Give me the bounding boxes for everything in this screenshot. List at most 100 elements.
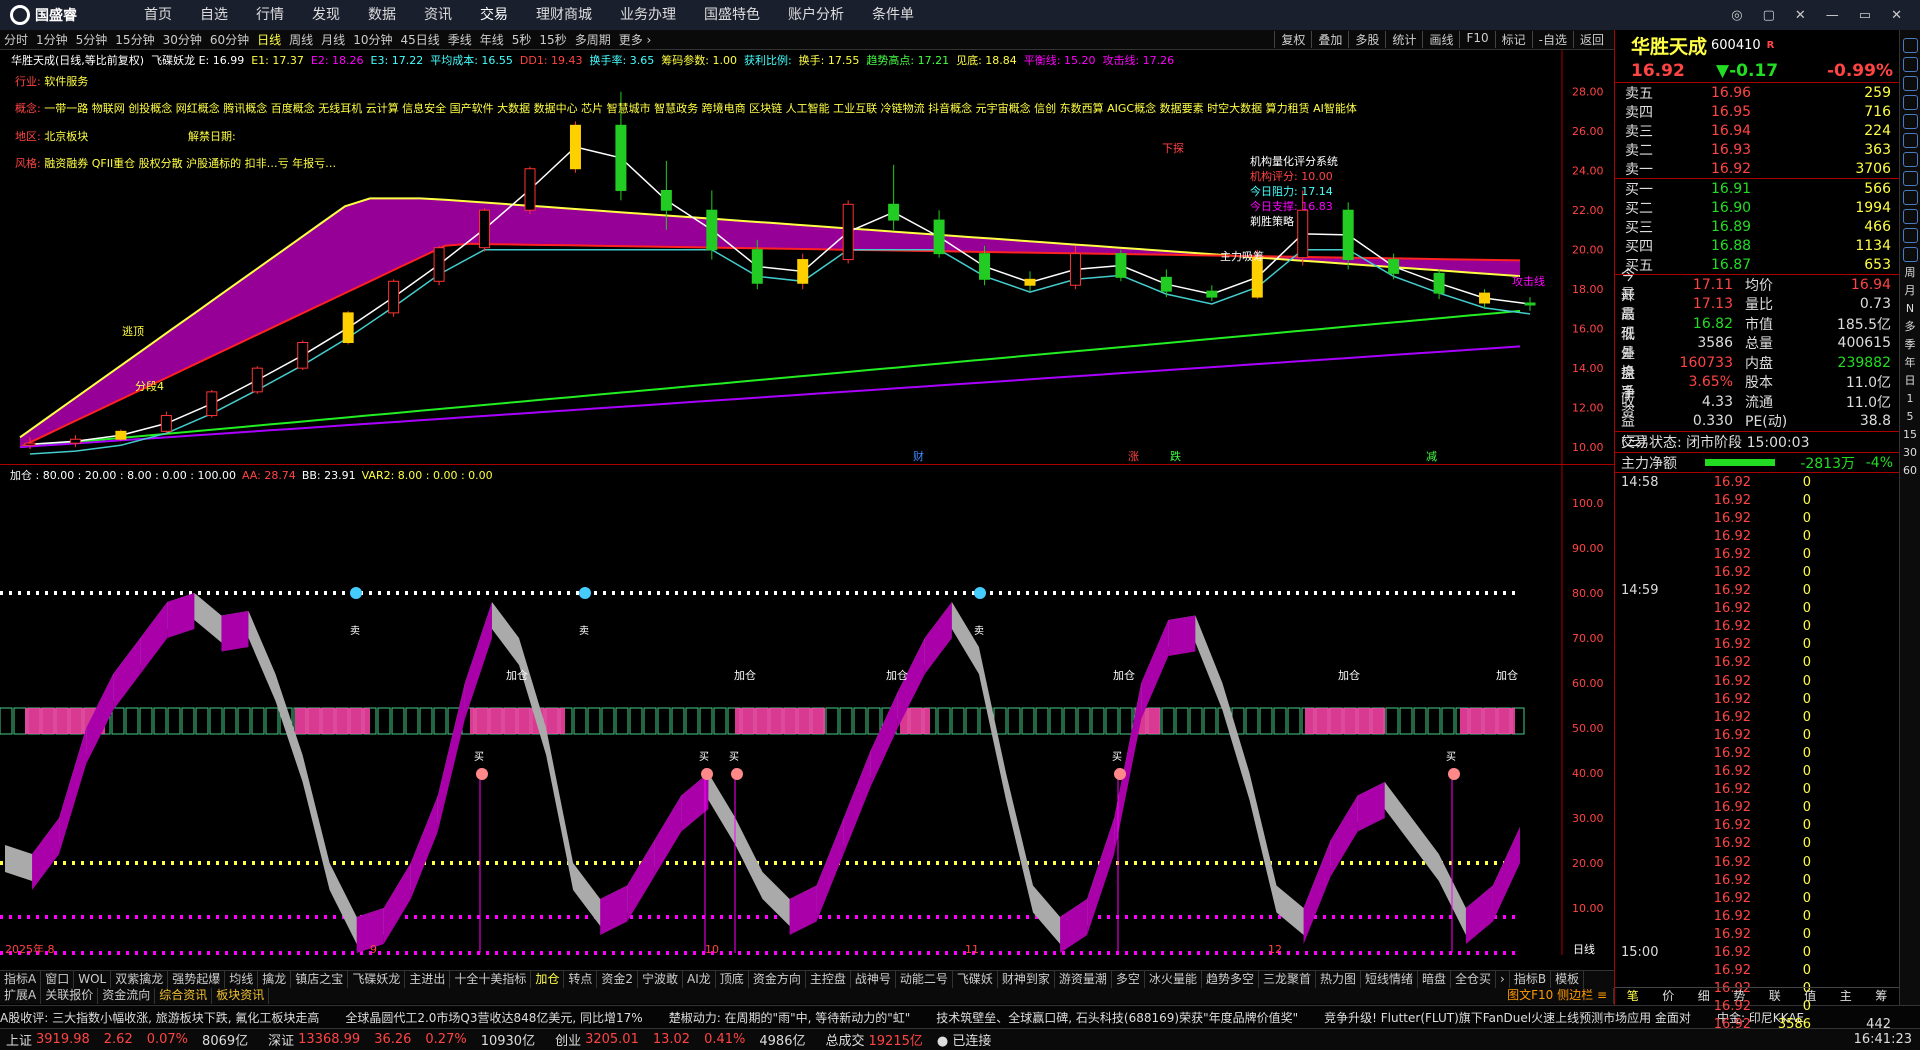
ext-tab-3[interactable]: 综合资讯 — [155, 988, 213, 1004]
tool-8[interactable]: 返回 — [1572, 31, 1610, 48]
news-item[interactable]: 全球晶圆代工2.0市场Q3营收达848亿美元, 同比增17% — [345, 1009, 668, 1026]
quote-tab-1[interactable]: 价 — [1651, 988, 1687, 1005]
order-row[interactable]: 买五 16.87 653 — [1615, 255, 1899, 274]
quote-tab-3[interactable]: 势 — [1722, 988, 1758, 1005]
nav-1[interactable]: 自选 — [186, 0, 242, 30]
ext-tab-1[interactable]: 关联报价 — [41, 988, 99, 1004]
timeframe-0[interactable]: 分时 — [0, 31, 32, 48]
indicator-tab-28[interactable]: 热力图 — [1316, 971, 1361, 988]
nav-10[interactable]: 账户分析 — [774, 0, 858, 30]
timeframe-4[interactable]: 30分钟 — [159, 31, 206, 48]
order-row[interactable]: 买一 16.91 566 — [1615, 179, 1899, 198]
tool-6[interactable]: 标记 — [1494, 31, 1532, 48]
sidebar-tool-icon[interactable] — [1902, 76, 1918, 91]
tool-7[interactable]: -自选 — [1531, 31, 1573, 48]
window-button-4[interactable]: ▭ — [1859, 8, 1871, 23]
nav-5[interactable]: 资讯 — [410, 0, 466, 30]
sidebar-period-1[interactable]: 月 — [1905, 284, 1916, 298]
order-row[interactable]: 买三 16.89 466 — [1615, 217, 1899, 236]
sidebar-tool-icon[interactable] — [1902, 247, 1918, 262]
sidebar-period-8[interactable]: 5 — [1907, 410, 1914, 424]
nav-9[interactable]: 国盛特色 — [690, 0, 774, 30]
ext-tab-4[interactable]: 板块资讯 — [212, 988, 270, 1004]
order-row[interactable]: 卖二 16.93 363 — [1615, 140, 1899, 159]
f10-sidebar-link[interactable]: 图文F10 侧边栏 ≡ — [1503, 988, 1614, 1004]
ext-tab-2[interactable]: 资金流向 — [98, 988, 156, 1004]
sidebar-tool-icon[interactable] — [1902, 171, 1918, 186]
tool-1[interactable]: 叠加 — [1311, 31, 1348, 48]
indicator-tab-22[interactable]: 财神到家 — [998, 971, 1055, 988]
indicator-tab-16[interactable]: 顶底 — [716, 971, 749, 988]
indicator-tab-18[interactable]: 主控盘 — [806, 971, 851, 988]
sidebar-period-11[interactable]: 60 — [1903, 464, 1917, 478]
indicator-tab-33[interactable]: 指标B — [1510, 971, 1552, 988]
indicator-tab-13[interactable]: 资金2 — [597, 971, 639, 988]
timeframe-13[interactable]: 5秒 — [508, 31, 536, 48]
tool-2[interactable]: 多股 — [1348, 31, 1385, 48]
tick-list[interactable]: 14:58 16.92 0 16.92 0 16.92 0 16.92 0 16.92 0 16.92… — [1615, 472, 1899, 1034]
quote-tab-4[interactable]: 联 — [1757, 988, 1793, 1005]
timeframe-1[interactable]: 1分钟 — [32, 31, 72, 48]
indicator-tab-6[interactable]: 擒龙 — [258, 971, 292, 988]
tool-3[interactable]: 统计 — [1385, 31, 1422, 48]
indicator-tab-12[interactable]: 转点 — [564, 971, 598, 988]
timeframe-6[interactable]: 日线 — [253, 31, 285, 48]
order-row[interactable]: 卖四 16.95 716 — [1615, 102, 1899, 121]
order-row[interactable]: 买四 16.88 1134 — [1615, 236, 1899, 255]
window-button-5[interactable]: ✕ — [1891, 8, 1902, 23]
indicator-tab-29[interactable]: 短线情绪 — [1361, 971, 1419, 988]
indicator-tab-3[interactable]: 双紫擒龙 — [111, 971, 169, 988]
indicator-tab-7[interactable]: 镇店之宝 — [291, 971, 349, 988]
order-row[interactable]: 卖三 16.94 224 — [1615, 121, 1899, 140]
indicator-tab-14[interactable]: 宁波敢 — [638, 971, 684, 988]
indicator-tab-23[interactable]: 游资量潮 — [1055, 971, 1112, 988]
timeframe-14[interactable]: 15秒 — [535, 31, 570, 48]
indicator-tab-8[interactable]: 飞碟妖龙 — [348, 971, 406, 988]
indicator-chart[interactable]: 100.0 90.00 80.00 70.00 60.00 50.00 40.00 30.00… — [0, 465, 1614, 956]
sidebar-tool-icon[interactable] — [1902, 228, 1918, 243]
indicator-tab-10[interactable]: 十全十美指标 — [450, 971, 532, 988]
order-row[interactable]: 卖五 16.96 259 — [1615, 83, 1899, 102]
timeframe-8[interactable]: 月线 — [317, 31, 349, 48]
quote-tab-7[interactable]: 筹 — [1864, 988, 1900, 1005]
window-button-3[interactable]: — — [1826, 8, 1839, 23]
indicator-tab-21[interactable]: 飞碟妖 — [953, 971, 998, 988]
indicator-tab-5[interactable]: 均线 — [225, 971, 259, 988]
sidebar-tool-icon[interactable] — [1902, 209, 1918, 224]
tool-4[interactable]: 画线 — [1422, 31, 1459, 48]
indicator-tab-34[interactable]: 模板 — [1551, 971, 1585, 988]
sidebar-period-2[interactable]: N — [1906, 302, 1914, 316]
news-item[interactable]: 楚椒动力: 在周期的"雨"中, 等待新动力的"虹" — [669, 1009, 937, 1026]
sidebar-period-5[interactable]: 年 — [1905, 356, 1916, 370]
indicator-tab-30[interactable]: 暗盘 — [1418, 971, 1452, 988]
sidebar-tool-icon[interactable] — [1902, 152, 1918, 167]
nav-3[interactable]: 发现 — [298, 0, 354, 30]
indicator-tab-0[interactable]: 指标A — [0, 971, 42, 988]
timeframe-10[interactable]: 45日线 — [396, 31, 443, 48]
indicator-tab-4[interactable]: 强势起爆 — [168, 971, 226, 988]
sidebar-period-10[interactable]: 30 — [1903, 446, 1917, 460]
indicator-tab-19[interactable]: 战神号 — [851, 971, 896, 988]
indicator-tab-32[interactable]: › — [1496, 971, 1510, 988]
timeframe-7[interactable]: 周线 — [285, 31, 317, 48]
indicator-tab-26[interactable]: 趋势多空 — [1202, 971, 1259, 988]
indicator-tab-11[interactable]: 加仓 — [531, 971, 565, 988]
indicator-tab-31[interactable]: 全仓买 — [1451, 971, 1497, 988]
tool-5[interactable]: F10 — [1459, 31, 1494, 48]
indicator-tab-1[interactable]: 窗口 — [41, 971, 75, 988]
timeframe-9[interactable]: 10分钟 — [349, 31, 396, 48]
sidebar-tool-icon[interactable] — [1902, 190, 1918, 205]
order-row[interactable]: 买二 16.90 1994 — [1615, 198, 1899, 217]
sidebar-period-6[interactable]: 日 — [1905, 374, 1916, 388]
indicator-tab-17[interactable]: 资金方向 — [749, 971, 806, 988]
timeframe-11[interactable]: 季线 — [444, 31, 476, 48]
sidebar-period-9[interactable]: 15 — [1903, 428, 1917, 442]
nav-8[interactable]: 业务办理 — [606, 0, 690, 30]
timeframe-12[interactable]: 年线 — [476, 31, 508, 48]
nav-4[interactable]: 数据 — [354, 0, 410, 30]
timeframe-15[interactable]: 多周期 — [571, 31, 615, 48]
sidebar-period-4[interactable]: 季 — [1905, 338, 1916, 352]
indicator-tab-15[interactable]: AI龙 — [683, 971, 716, 988]
indicator-tab-25[interactable]: 冰火量能 — [1145, 971, 1202, 988]
sidebar-tool-icon[interactable] — [1902, 57, 1918, 72]
